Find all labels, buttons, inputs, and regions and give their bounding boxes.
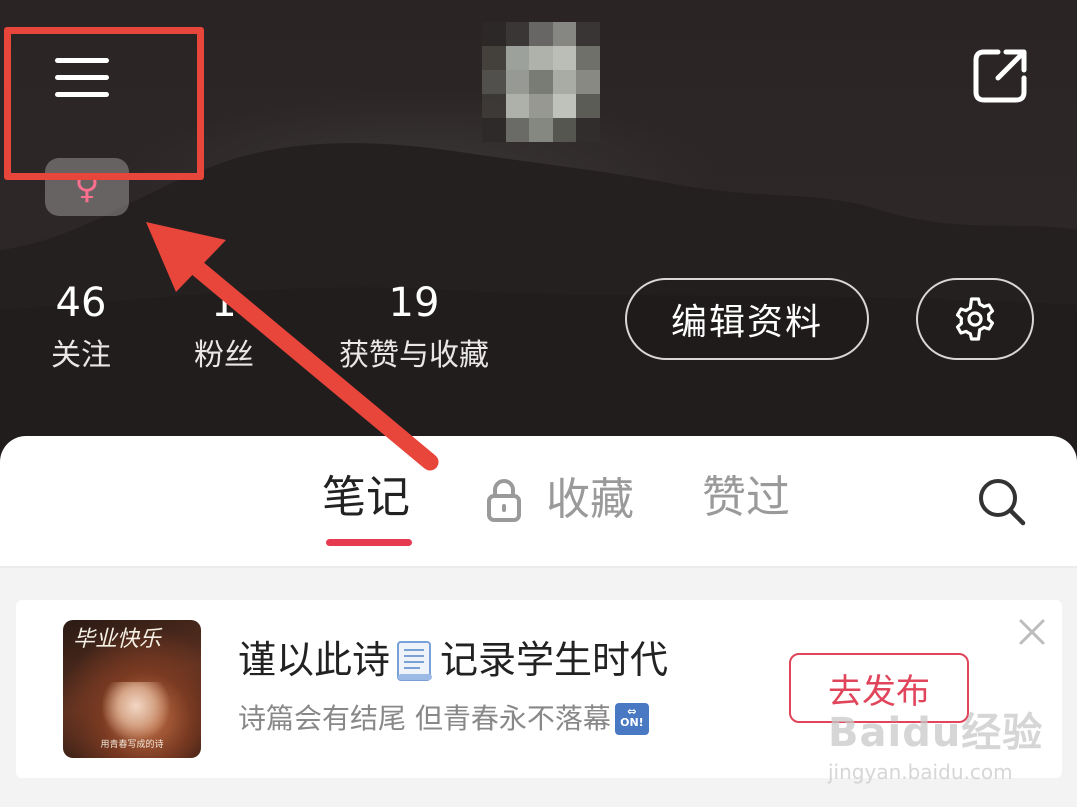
settings-button[interactable] bbox=[916, 278, 1034, 360]
highlight-annotation-box bbox=[4, 27, 204, 180]
mountain-silhouette bbox=[0, 143, 1077, 470]
scroll-icon bbox=[397, 641, 433, 681]
stat-likes-collections[interactable]: 19 获赞与收藏 bbox=[330, 283, 498, 371]
thumbnail-title: 毕业快乐 bbox=[73, 627, 162, 652]
stat-following[interactable]: 46 关注 bbox=[42, 283, 120, 371]
avatar[interactable] bbox=[482, 22, 600, 142]
on-arrow-icon: ⇔ ON! bbox=[614, 702, 649, 735]
stat-value: 46 bbox=[55, 280, 107, 326]
stat-value: 19 bbox=[388, 280, 440, 326]
promo-thumbnail: 毕业快乐 用青春写成的诗 bbox=[63, 620, 201, 758]
promo-subtitle: 诗篇会有结尾 但青春永不落幕 ⇔ ON! bbox=[238, 702, 649, 736]
promo-title: 谨以此诗 记录学生时代 bbox=[238, 638, 669, 683]
active-tab-indicator bbox=[326, 539, 412, 546]
stat-label: 粉丝 bbox=[194, 338, 254, 373]
close-icon[interactable] bbox=[1018, 618, 1046, 646]
stat-value: 1 bbox=[211, 280, 237, 326]
search-icon[interactable] bbox=[976, 476, 1028, 528]
gear-icon bbox=[955, 297, 995, 341]
edit-profile-button[interactable]: 编辑资料 bbox=[625, 278, 869, 360]
tab-notes[interactable]: 笔记 bbox=[322, 476, 410, 520]
stat-followers[interactable]: 1 粉丝 bbox=[186, 283, 262, 371]
tab-collections-label: 收藏 bbox=[546, 474, 634, 525]
share-icon[interactable] bbox=[968, 44, 1032, 108]
tab-bar: 笔记 收藏 赞过 bbox=[0, 436, 1077, 568]
stat-label: 获赞与收藏 bbox=[339, 338, 489, 373]
tab-collections[interactable]: 收藏 bbox=[484, 476, 634, 524]
stat-label: 关注 bbox=[51, 338, 111, 373]
tab-liked[interactable]: 赞过 bbox=[702, 476, 790, 520]
thumbnail-caption: 用青春写成的诗 bbox=[100, 740, 164, 750]
lock-icon bbox=[487, 479, 521, 522]
publish-button[interactable]: 去发布 bbox=[789, 653, 969, 723]
